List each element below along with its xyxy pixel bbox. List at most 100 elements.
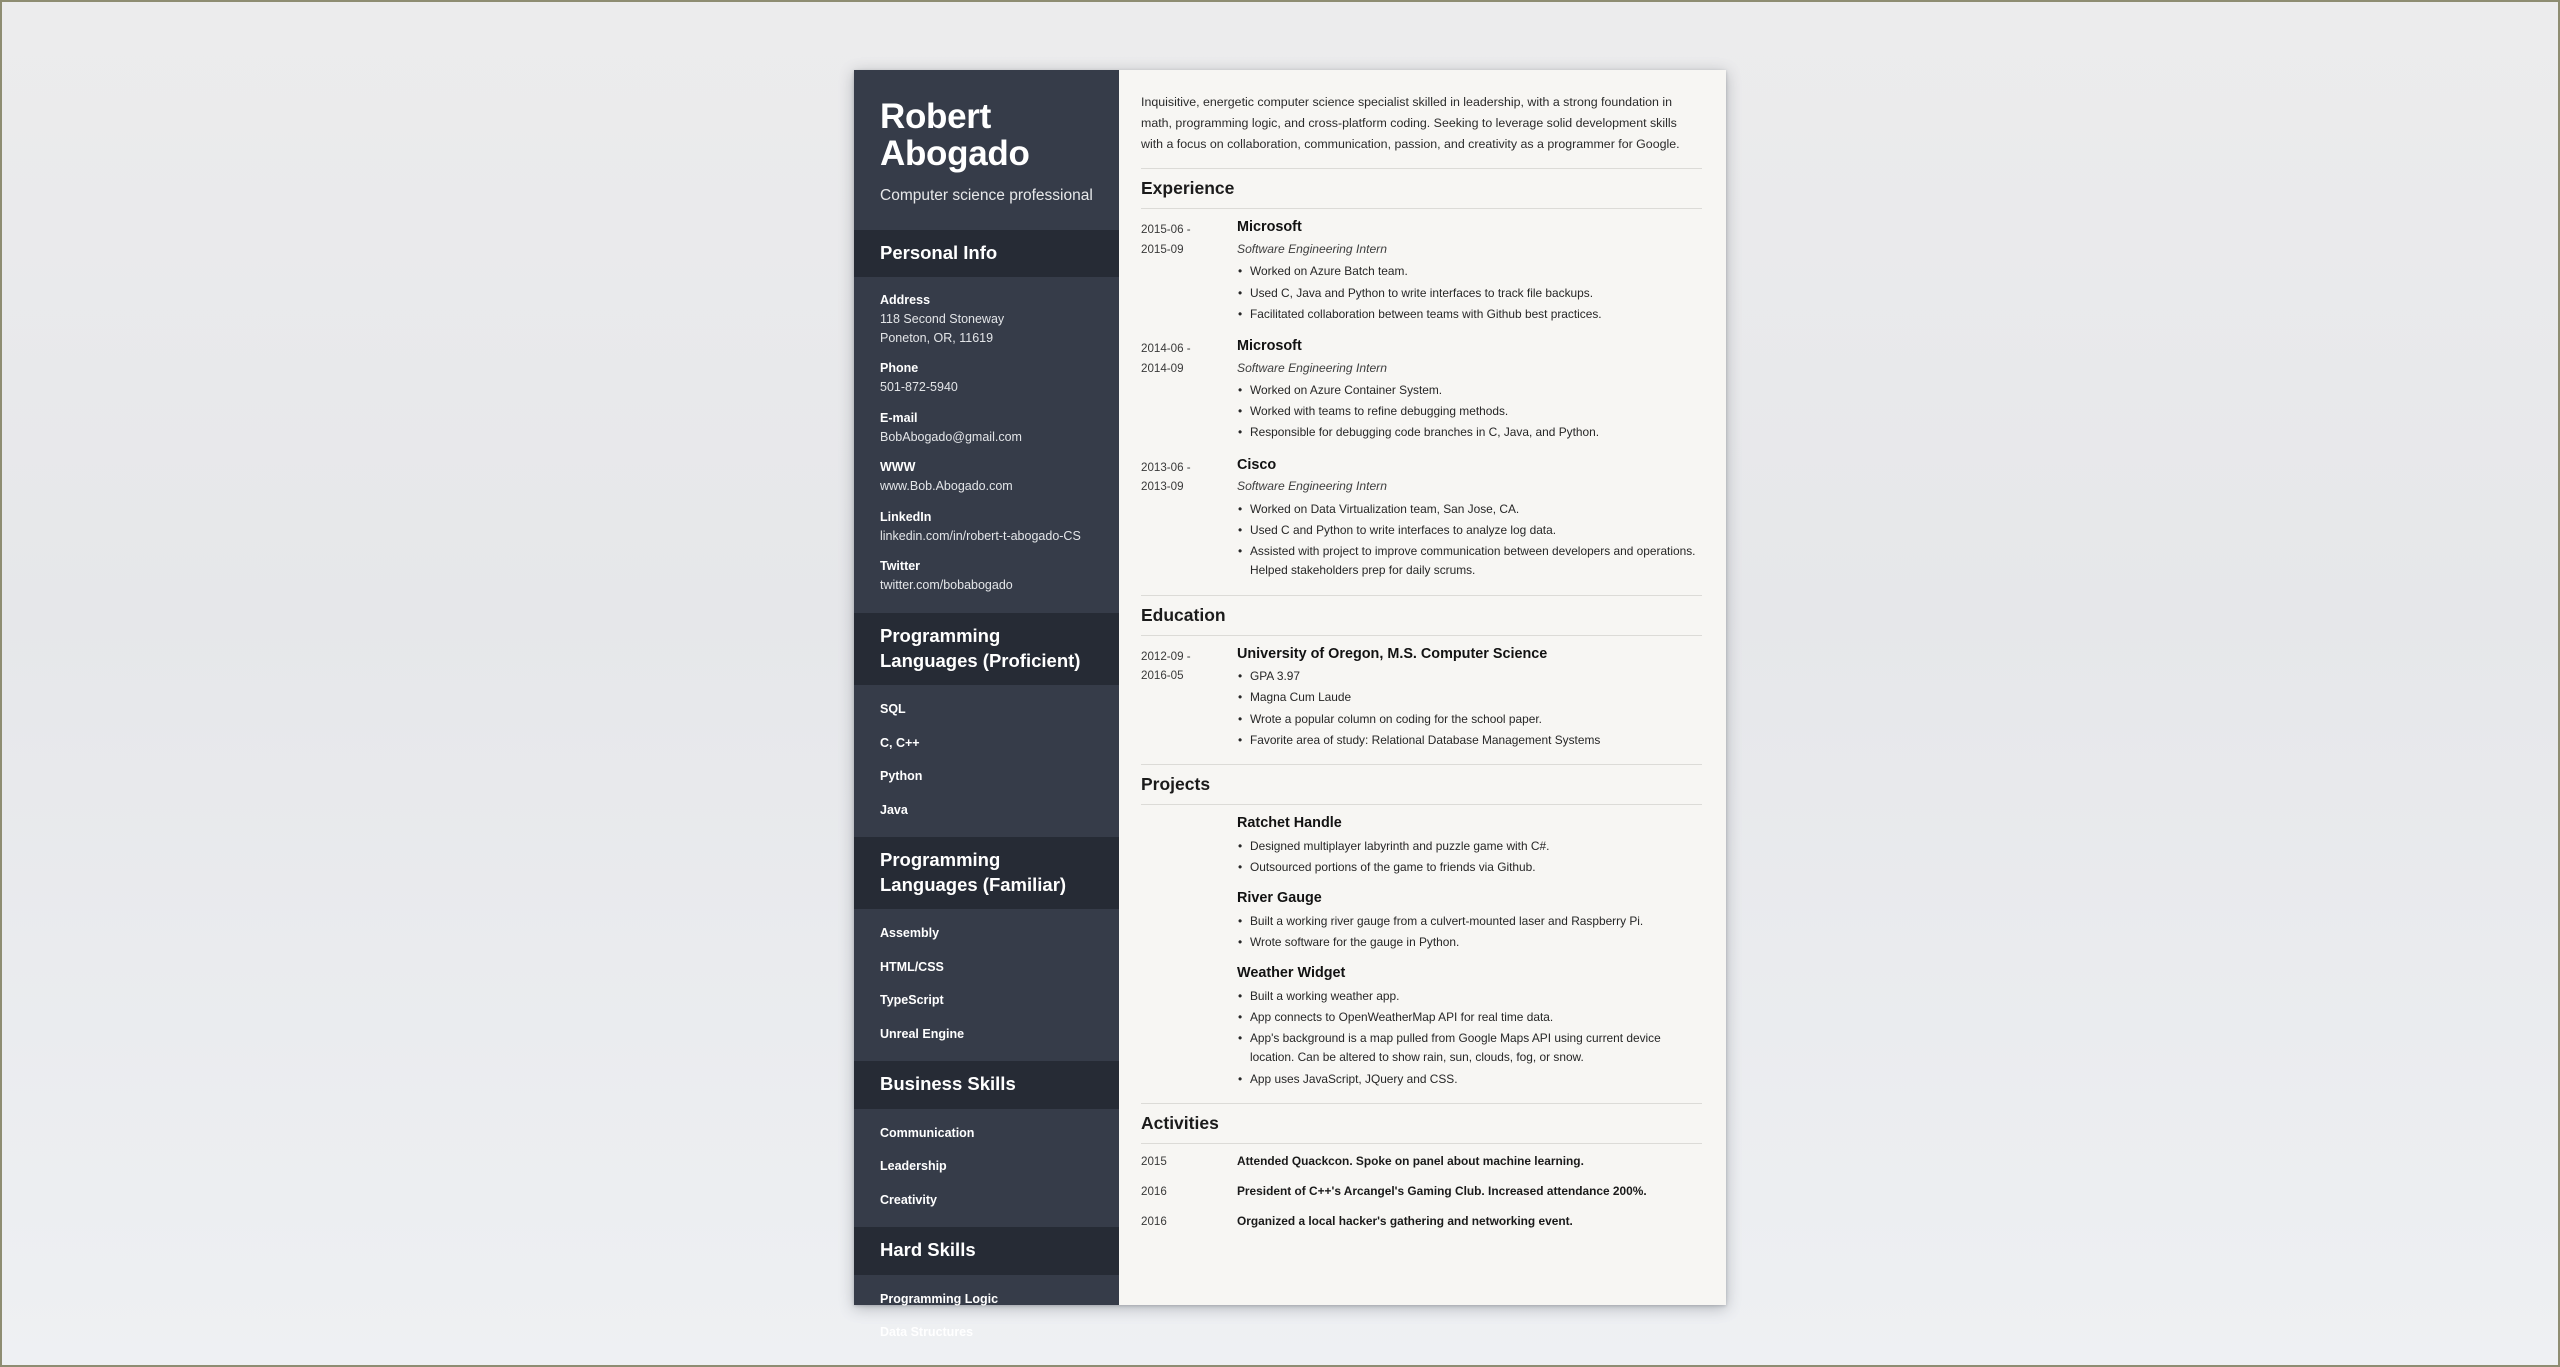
entry-body: River Gauge Built a working river gauge …: [1237, 889, 1702, 952]
section-title-education: Education: [1141, 594, 1702, 636]
field-value-line2: Poneton, OR, 11619: [880, 330, 994, 345]
entry-bullets: GPA 3.97 Magna Cum Laude Wrote a popular…: [1237, 667, 1702, 750]
activity-text: Attended Quackcon. Spoke on panel about …: [1237, 1154, 1584, 1169]
sidebar-heading-languages-familiar: Programming Languages (Familiar): [854, 837, 1119, 910]
section-title-experience: Experience: [1141, 168, 1702, 210]
entry-body: Cisco Software Engineering Intern Worked…: [1237, 456, 1702, 581]
entry-bullets: Worked on Azure Container System. Worked…: [1237, 381, 1702, 443]
experience-entry: 2014-06 - 2014-09 Microsoft Software Eng…: [1141, 337, 1702, 443]
activity-entry: 2016 President of C++'s Arcangel's Gamin…: [1141, 1183, 1702, 1201]
languages-familiar-list: Assembly HTML/CSS TypeScript Unreal Engi…: [854, 909, 1119, 1061]
field-label: LinkedIn: [880, 509, 932, 524]
entry-role: Software Engineering Intern: [1237, 479, 1387, 494]
project-name: Ratchet Handle: [1237, 815, 1342, 832]
skill-item: Python: [880, 769, 923, 784]
date-start: 2013-06 -: [1141, 460, 1191, 474]
name-block: Robert Abogado Computer science professi…: [854, 70, 1119, 230]
bullet-item: Built a working weather app.: [1237, 987, 1702, 1007]
languages-proficient-list: SQL C, C++ Python Java: [854, 685, 1119, 837]
activity-text: President of C++'s Arcangel's Gaming Clu…: [1237, 1183, 1647, 1198]
entry-institution: University of Oregon, M.S. Computer Scie…: [1237, 645, 1548, 662]
entry-bullets: Built a working weather app. App connect…: [1237, 987, 1702, 1090]
bullet-item: App connects to OpenWeatherMap API for r…: [1237, 1008, 1702, 1028]
skill-item: TypeScript: [880, 993, 944, 1008]
candidate-tagline: Computer science professional: [880, 187, 1093, 205]
hard-skills-list: Programming Logic Data Structures: [854, 1275, 1119, 1360]
bullet-item: Worked on Azure Container System.: [1237, 381, 1702, 401]
bullet-item: Facilitated collaboration between teams …: [1237, 305, 1702, 325]
entry-organization: Microsoft: [1237, 219, 1302, 236]
entry-body: Microsoft Software Engineering Intern Wo…: [1237, 218, 1702, 324]
entry-date: 2015-06 - 2015-09: [1141, 218, 1237, 324]
skill-item: Java: [880, 802, 908, 817]
activity-year: 2016: [1141, 1184, 1167, 1198]
personal-info-field-linkedin: LinkedIn linkedin.com/in/robert-t-abogad…: [880, 508, 1093, 546]
resume-sidebar: Robert Abogado Computer science professi…: [854, 70, 1119, 1339]
education-entry: 2012-09 - 2016-05 University of Oregon, …: [1141, 645, 1702, 751]
section-education: Education 2012-09 - 2016-05 University o…: [1141, 594, 1702, 751]
date-end: 2015-09: [1141, 242, 1184, 256]
date-start: 2014-06 -: [1141, 342, 1191, 356]
bullet-item: Responsible for debugging code branches …: [1237, 423, 1702, 443]
resume-main-content: Inquisitive, energetic computer science …: [1119, 70, 1726, 1305]
bullet-item: Assisted with project to improve communi…: [1237, 542, 1702, 581]
field-label: WWW: [880, 460, 916, 475]
personal-info-field-twitter: Twitter twitter.com/bobabogado: [880, 557, 1093, 595]
entry-date: 2013-06 - 2013-09: [1141, 456, 1237, 581]
field-value-line1[interactable]: linkedin.com/in/robert-t-abogado-CS: [880, 527, 1093, 546]
entry-bullets: Worked on Azure Batch team. Used C, Java…: [1237, 262, 1702, 324]
bullet-item: Wrote a popular column on coding for the…: [1237, 710, 1702, 730]
sidebar-heading-languages-proficient: Programming Languages (Proficient): [854, 612, 1119, 686]
entry-body: University of Oregon, M.S. Computer Scie…: [1237, 645, 1702, 751]
bullet-item: Outsourced portions of the game to frien…: [1237, 858, 1702, 878]
activity-text: Organized a local hacker's gathering and…: [1237, 1213, 1573, 1228]
section-title-projects: Projects: [1141, 764, 1702, 806]
skill-item: Data Structures: [880, 1325, 974, 1340]
skill-item: Programming Logic: [880, 1291, 999, 1306]
entry-body: Weather Widget Built a working weather a…: [1237, 964, 1702, 1089]
section-activities: Activities 2015 Attended Quackcon. Spoke…: [1141, 1103, 1702, 1231]
activity-year: 2015: [1141, 1155, 1167, 1169]
field-label: Twitter: [880, 559, 921, 574]
project-entry: Ratchet Handle Designed multiplayer laby…: [1141, 814, 1702, 877]
personal-info-field-email: E-mail BobAbogado@gmail.com: [880, 409, 1093, 447]
field-value-line1[interactable]: twitter.com/bobabogado: [880, 576, 1093, 595]
entry-bullets: Worked on Data Virtualization team, San …: [1237, 500, 1702, 581]
skill-item: Leadership: [880, 1159, 947, 1174]
entry-body: Ratchet Handle Designed multiplayer laby…: [1237, 814, 1702, 877]
personal-info-list: Address 118 Second Stoneway Poneton, OR,…: [854, 277, 1119, 613]
entry-organization: Microsoft: [1237, 338, 1302, 355]
bullet-item: Designed multiplayer labyrinth and puzzl…: [1237, 837, 1702, 857]
entry-role: Software Engineering Intern: [1237, 360, 1387, 375]
date-end: 2013-09: [1141, 480, 1184, 494]
business-skills-list: Communication Leadership Creativity: [854, 1109, 1119, 1228]
section-experience: Experience 2015-06 - 2015-09 Microsoft S…: [1141, 168, 1702, 580]
skill-item: Creativity: [880, 1192, 937, 1207]
field-value-line1[interactable]: www.Bob.Abogado.com: [880, 477, 1093, 496]
personal-info-field-www: WWW www.Bob.Abogado.com: [880, 458, 1093, 496]
section-title-activities: Activities: [1141, 1103, 1702, 1145]
personal-info-field-address: Address 118 Second Stoneway Poneton, OR,…: [880, 291, 1093, 347]
field-label: Address: [880, 293, 931, 308]
activity-entry: 2016 Organized a local hacker's gatherin…: [1141, 1213, 1702, 1231]
entry-bullets: Built a working river gauge from a culve…: [1237, 912, 1702, 953]
project-entry: Weather Widget Built a working weather a…: [1141, 964, 1702, 1089]
entry-date: 2014-06 - 2014-09: [1141, 337, 1237, 443]
field-value-line1: 501-872-5940: [880, 380, 958, 395]
date-end: 2014-09: [1141, 361, 1184, 375]
sidebar-heading-business-skills: Business Skills: [854, 1061, 1119, 1109]
skill-item: C, C++: [880, 735, 920, 750]
project-name: Weather Widget: [1237, 965, 1346, 982]
sidebar-heading-hard-skills: Hard Skills: [854, 1227, 1119, 1275]
skill-item: Assembly: [880, 926, 940, 941]
activity-entry: 2015 Attended Quackcon. Spoke on panel a…: [1141, 1153, 1702, 1171]
bullet-item: Worked on Azure Batch team.: [1237, 262, 1702, 282]
field-label: E-mail: [880, 410, 918, 425]
entry-organization: Cisco: [1237, 456, 1277, 473]
date-start: 2012-09 -: [1141, 649, 1191, 663]
section-projects: Projects Ratchet Handle Designed multipl…: [1141, 764, 1702, 1089]
bullet-item: Worked with teams to refine debugging me…: [1237, 402, 1702, 422]
experience-entry: 2013-06 - 2013-09 Cisco Software Enginee…: [1141, 456, 1702, 581]
field-value-line1[interactable]: BobAbogado@gmail.com: [880, 428, 1093, 447]
field-value-line1: 118 Second Stoneway: [880, 311, 1005, 326]
